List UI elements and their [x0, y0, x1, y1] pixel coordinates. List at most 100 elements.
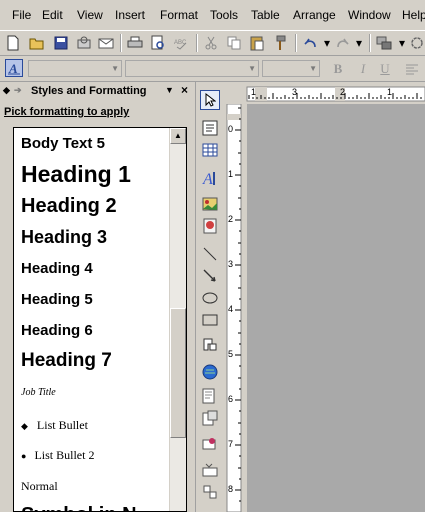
styles-list: Body Text 5 Heading 1 Heading 2 Heading … [13, 127, 187, 512]
cut-icon[interactable] [202, 34, 220, 52]
rectangle-icon[interactable] [200, 310, 220, 330]
ruler-number: 2 [228, 214, 234, 224]
style-item[interactable]: Heading 3 [21, 227, 107, 248]
menu-view[interactable]: View [77, 8, 103, 22]
copy-icon[interactable] [225, 34, 243, 52]
ruler-number: 1 [251, 87, 257, 97]
clip-art-icon[interactable] [200, 216, 220, 236]
menu-format[interactable]: Format [160, 8, 198, 22]
table-icon[interactable] [200, 140, 220, 160]
form-control-icon[interactable] [200, 460, 220, 480]
underline-button[interactable]: U [377, 61, 393, 77]
menu-insert[interactable]: Insert [115, 8, 145, 22]
open-folder-icon[interactable] [28, 34, 46, 52]
toolbar-separator [295, 34, 297, 52]
horizontal-ruler: 1 3 2 1 [223, 82, 425, 104]
forward-arrow-icon[interactable]: ➔ [14, 85, 22, 96]
spelling-icon[interactable]: ABC [172, 34, 190, 52]
style-item[interactable]: Heading 5 [21, 291, 93, 308]
styles-scrollbar[interactable]: ▲ [169, 128, 186, 511]
style-item[interactable]: Normal [21, 479, 58, 494]
oval-icon[interactable] [200, 288, 220, 308]
select-pointer-icon[interactable] [200, 90, 220, 110]
style-item-label: List Bullet [36, 418, 88, 432]
style-item[interactable]: ◆ List Bullet [21, 418, 88, 433]
new-document-icon[interactable] [4, 34, 22, 52]
style-combo[interactable]: ▼ [28, 60, 122, 77]
arrange-icon[interactable] [375, 34, 393, 52]
menu-file[interactable]: File [12, 8, 31, 22]
toolbar-separator [120, 34, 122, 52]
standard-toolbar: ABC ▾ ▾ ▾ [0, 30, 425, 56]
ruler-number: 4 [228, 304, 234, 314]
style-item[interactable]: Job Title [21, 387, 56, 398]
picture-frame-icon[interactable] [200, 194, 220, 214]
close-icon[interactable]: × [181, 83, 188, 97]
bullet-dot-icon: ● [21, 451, 27, 461]
style-item[interactable]: Heading 1 [21, 161, 131, 188]
vertical-ruler: 0 1 2 3 4 5 6 7 8 [223, 104, 245, 512]
paste-icon[interactable] [248, 34, 266, 52]
font-combo[interactable]: ▼ [125, 60, 259, 77]
svg-text:A: A [202, 171, 213, 186]
menu-window[interactable]: Window [348, 8, 391, 22]
style-item[interactable]: Heading 2 [21, 195, 117, 218]
object-icon[interactable] [200, 408, 220, 428]
wordart-icon[interactable]: A [200, 168, 220, 188]
align-left-icon[interactable] [403, 60, 421, 78]
formatting-toolbar: A ▼ ▼ ▼ B I U [0, 56, 425, 82]
ruler-number: 1 [387, 87, 393, 97]
ruler-number: 5 [228, 349, 234, 359]
menu-edit[interactable]: Edit [42, 8, 63, 22]
line-icon[interactable] [200, 244, 220, 264]
ruler-number: 3 [292, 87, 298, 97]
insert-page-icon[interactable] [200, 386, 220, 406]
print-preview-icon[interactable] [149, 34, 167, 52]
toolbar-separator [196, 34, 198, 52]
permission-icon[interactable] [75, 34, 93, 52]
ruler-number: 8 [228, 484, 234, 494]
save-icon[interactable] [52, 34, 70, 52]
italic-button[interactable]: I [355, 61, 371, 77]
refresh-icon[interactable] [408, 34, 425, 52]
scroll-thumb[interactable] [170, 308, 186, 438]
email-icon[interactable] [97, 34, 115, 52]
design-gallery-icon[interactable] [200, 362, 220, 382]
ruler-number: 1 [228, 169, 234, 179]
menu-arrange[interactable]: Arrange [293, 8, 336, 22]
style-item[interactable]: Heading 7 [21, 350, 112, 372]
print-icon[interactable] [126, 34, 144, 52]
objects-toolbar: A [195, 82, 223, 512]
style-item-label: List Bullet 2 [34, 448, 95, 462]
web-component-icon[interactable] [200, 482, 220, 502]
pane-menu-icon[interactable]: ▼ [165, 85, 174, 95]
font-size-combo[interactable]: ▼ [262, 60, 320, 77]
redo-dropdown-icon[interactable]: ▾ [350, 34, 368, 52]
style-item[interactable]: Heading 4 [21, 260, 93, 277]
scroll-up-icon[interactable]: ▲ [170, 128, 186, 144]
pane-header: ◆ ➔ Styles and Formatting ▼ × [0, 82, 195, 100]
ruler-number: 7 [228, 439, 234, 449]
undo-icon[interactable] [301, 34, 319, 52]
svg-text:ABC: ABC [174, 40, 187, 46]
hot-spot-icon[interactable] [200, 434, 220, 454]
bold-button[interactable]: B [330, 61, 346, 77]
back-arrow-icon[interactable]: ◆ [3, 85, 10, 96]
arrow-icon[interactable] [200, 266, 220, 286]
toolbar-separator [369, 34, 371, 52]
format-painter-icon[interactable] [271, 34, 289, 52]
style-item[interactable]: Heading 6 [21, 322, 93, 339]
style-item[interactable]: Symbol in N [21, 504, 137, 511]
styles-formatting-icon[interactable]: A [5, 59, 23, 77]
text-box-icon[interactable] [200, 118, 220, 138]
ruler-number: 6 [228, 394, 234, 404]
style-item[interactable]: Body Text 5 [21, 135, 105, 152]
custom-shapes-icon[interactable] [200, 334, 220, 354]
menu-tools[interactable]: Tools [210, 8, 238, 22]
menu-help[interactable]: Help [402, 8, 425, 22]
style-item[interactable]: ● List Bullet 2 [21, 448, 94, 463]
ruler-number: 3 [228, 259, 234, 269]
svg-text:A: A [8, 61, 18, 75]
menu-table[interactable]: Table [251, 8, 280, 22]
workspace-canvas[interactable] [247, 104, 425, 512]
